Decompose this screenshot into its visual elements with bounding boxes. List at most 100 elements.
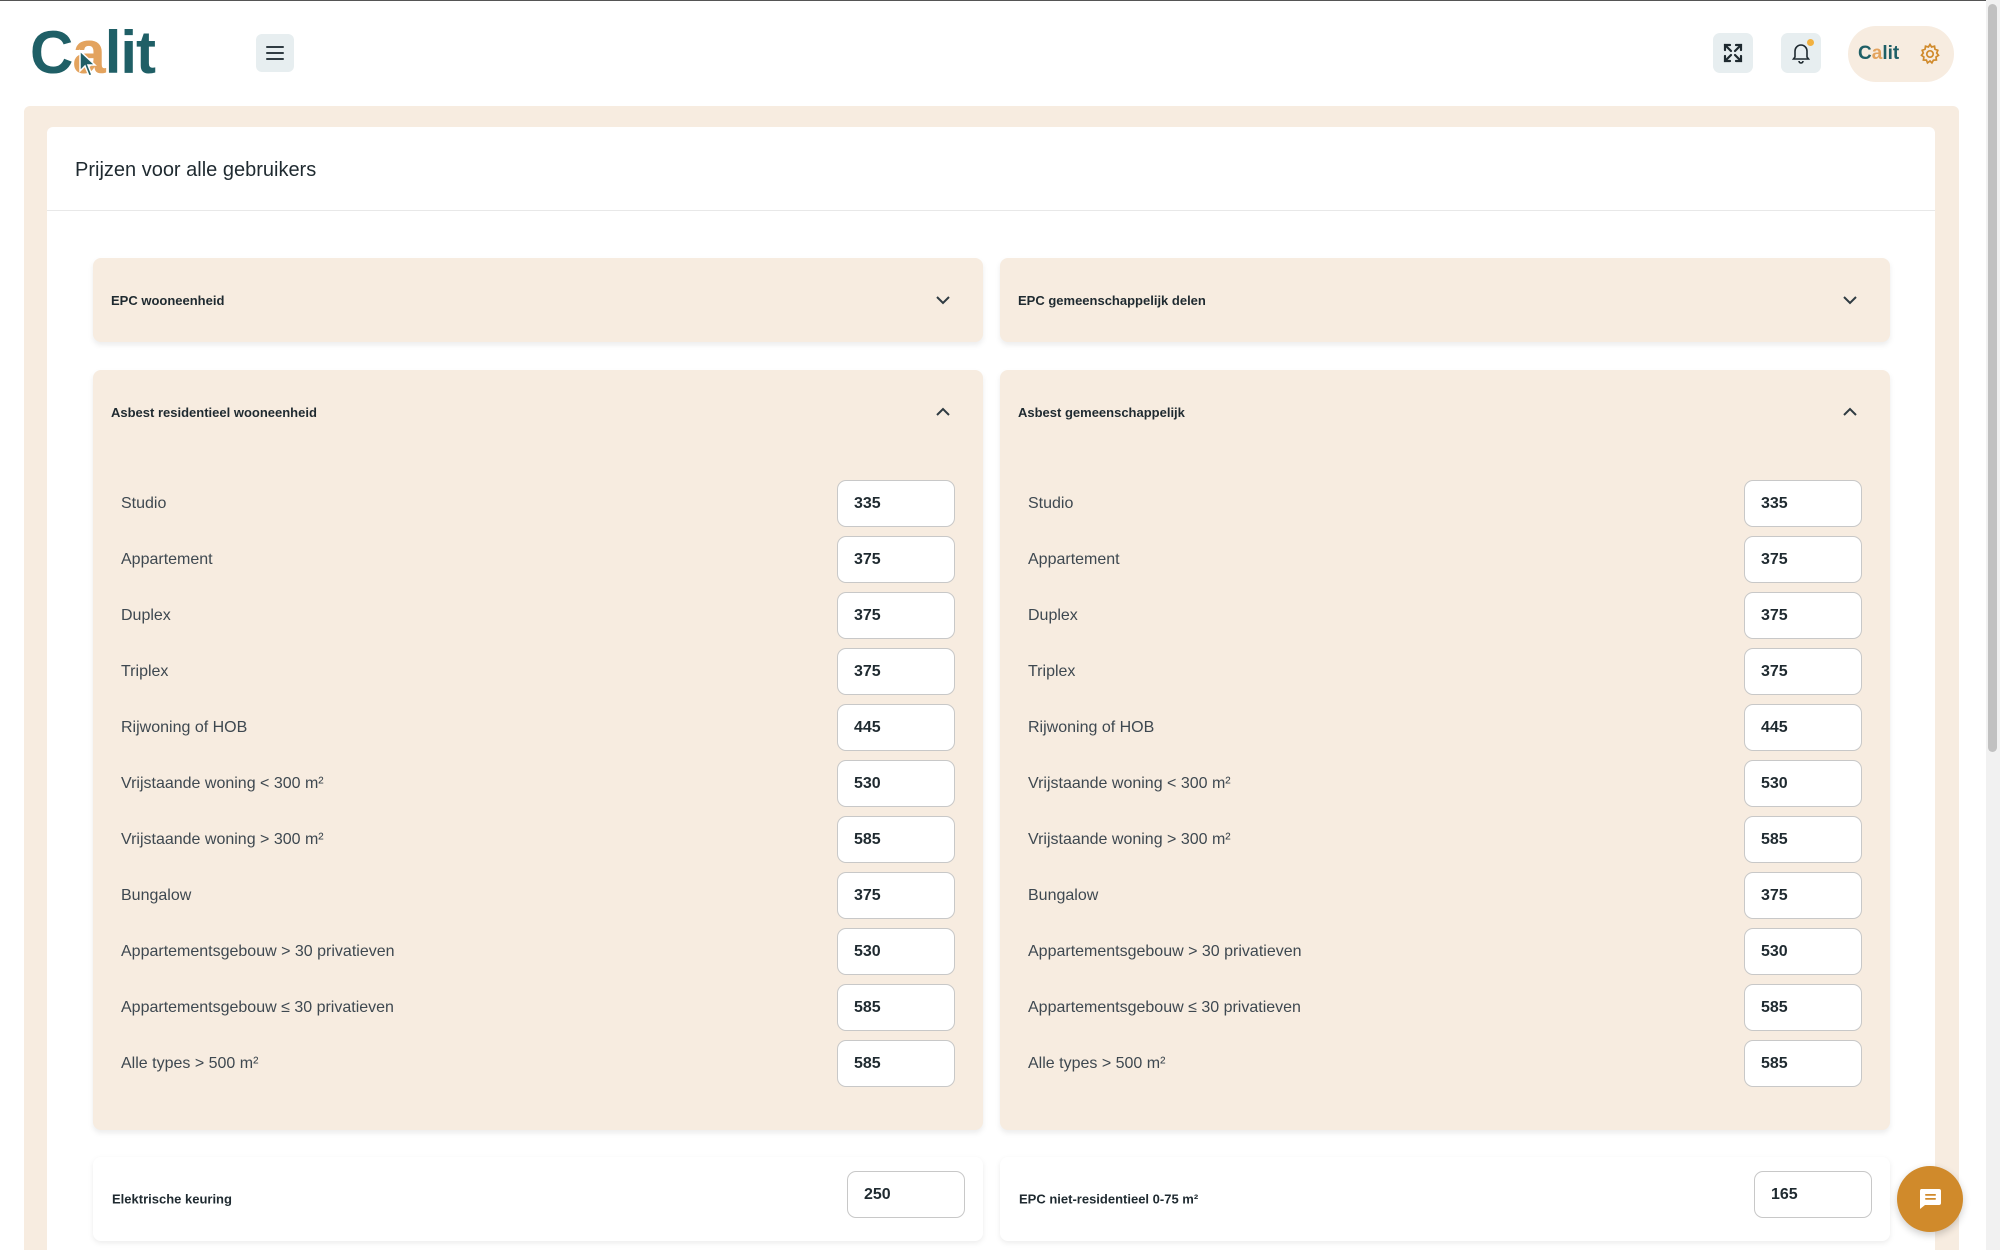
price-input[interactable] (837, 1040, 955, 1087)
menu-toggle-button[interactable] (256, 34, 294, 72)
app-header: Ca lit Calit (0, 1, 1986, 105)
row-label: Studio (1028, 495, 1074, 512)
price-row: Alle types > 500 m² (93, 1040, 983, 1088)
price-input[interactable] (837, 816, 955, 863)
price-input[interactable] (837, 872, 955, 919)
scrollbar-thumb[interactable] (1988, 4, 1997, 752)
price-row: Rijwoning of HOB (1000, 704, 1890, 752)
price-input[interactable] (1744, 816, 1862, 863)
row-label: Duplex (121, 607, 171, 624)
panel-epc-niet-residentieel: EPC niet-residentieel 0-75 m² (1000, 1157, 1890, 1241)
panel-epc-gemeenschappelijk: EPC gemeenschappelijk delen (1000, 258, 1890, 342)
notification-dot (1807, 39, 1814, 46)
price-input[interactable] (837, 760, 955, 807)
price-input[interactable] (837, 536, 955, 583)
price-input[interactable] (1744, 928, 1862, 975)
row-label: Alle types > 500 m² (1028, 1055, 1166, 1072)
row-label: Vrijstaande woning < 300 m² (121, 775, 324, 792)
panel-title: EPC gemeenschappelijk delen (1018, 292, 1206, 308)
panel-epc-wooneenheid-header[interactable]: EPC wooneenheid (93, 258, 983, 342)
price-input[interactable] (1744, 704, 1862, 751)
price-row: Vrijstaande woning > 300 m² (1000, 816, 1890, 864)
price-row: Alle types > 500 m² (1000, 1040, 1890, 1088)
price-input[interactable] (1754, 1171, 1872, 1218)
calit-logo[interactable]: Ca lit (30, 19, 156, 83)
price-row: Triplex (93, 648, 983, 696)
price-input[interactable] (1744, 760, 1862, 807)
panel-title: Asbest residentieel wooneenheid (111, 404, 317, 420)
title-divider (47, 210, 1935, 211)
row-label: Appartement (121, 551, 213, 568)
price-input[interactable] (1744, 648, 1862, 695)
row-label: Alle types > 500 m² (121, 1055, 259, 1072)
row-label: Appartementsgebouw ≤ 30 privatieven (1028, 999, 1301, 1016)
price-input[interactable] (1744, 536, 1862, 583)
fullscreen-button[interactable] (1713, 33, 1753, 73)
price-row: Duplex (93, 592, 983, 640)
price-input[interactable] (837, 704, 955, 751)
price-row: Appartement (1000, 536, 1890, 584)
price-row: Appartementsgebouw ≤ 30 privatieven (93, 984, 983, 1032)
chevron-up-icon (936, 407, 950, 416)
price-input[interactable] (837, 480, 955, 527)
notifications-button[interactable] (1781, 33, 1821, 73)
price-row: Appartement (93, 536, 983, 584)
price-input[interactable] (847, 1171, 965, 1218)
price-row: Triplex (1000, 648, 1890, 696)
panel-epc-gemeenschappelijk-header[interactable]: EPC gemeenschappelijk delen (1000, 258, 1890, 342)
price-row: Appartementsgebouw > 30 privatieven (1000, 928, 1890, 976)
price-row: Appartementsgebouw > 30 privatieven (93, 928, 983, 976)
chat-button[interactable] (1897, 1166, 1963, 1232)
panel-asbest-residentieel-header[interactable]: Asbest residentieel wooneenheid (93, 370, 983, 454)
panel-title: EPC niet-residentieel 0-75 m² (1019, 1191, 1199, 1207)
price-input[interactable] (1744, 1040, 1862, 1087)
panel-title: EPC wooneenheid (111, 292, 225, 308)
price-input[interactable] (837, 984, 955, 1031)
chevron-down-icon (936, 296, 950, 305)
chevron-up-icon (1843, 407, 1857, 416)
row-label: Rijwoning of HOB (121, 719, 248, 736)
price-input[interactable] (1744, 872, 1862, 919)
row-label: Studio (121, 495, 167, 512)
row-label: Appartementsgebouw > 30 privatieven (121, 943, 395, 960)
row-label: Bungalow (121, 887, 192, 904)
row-label: Appartementsgebouw ≤ 30 privatieven (121, 999, 394, 1016)
price-input[interactable] (1744, 592, 1862, 639)
price-row: Studio (1000, 480, 1890, 528)
price-input[interactable] (837, 592, 955, 639)
panel-asbest-gemeenschappelijk-header[interactable]: Asbest gemeenschappelijk (1000, 370, 1890, 454)
row-label: Bungalow (1028, 887, 1099, 904)
price-input[interactable] (837, 648, 955, 695)
row-label: Triplex (1028, 663, 1076, 680)
row-label: Vrijstaande woning < 300 m² (1028, 775, 1231, 792)
page-title: Prijzen voor alle gebruikers (75, 159, 317, 181)
user-avatar-logo: Calit (1858, 43, 1900, 64)
price-row: Studio (93, 480, 983, 528)
price-input[interactable] (1744, 984, 1862, 1031)
panel-asbest-gemeenschappelijk: Asbest gemeenschappelijk Studio Appartem… (1000, 370, 1890, 1130)
row-label: Rijwoning of HOB (1028, 719, 1155, 736)
price-row: Vrijstaande woning < 300 m² (1000, 760, 1890, 808)
panel-asbest-residentieel: Asbest residentieel wooneenheid Studio A… (93, 370, 983, 1130)
chevron-down-icon (1843, 296, 1857, 305)
row-label: Appartementsgebouw > 30 privatieven (1028, 943, 1302, 960)
price-row: Vrijstaande woning > 300 m² (93, 816, 983, 864)
price-row: Rijwoning of HOB (93, 704, 983, 752)
cursor-icon (79, 49, 97, 77)
row-label: Vrijstaande woning > 300 m² (121, 831, 324, 848)
row-label: Triplex (121, 663, 169, 680)
price-row: Appartementsgebouw ≤ 30 privatieven (1000, 984, 1890, 1032)
row-label: Duplex (1028, 607, 1078, 624)
user-menu-button[interactable]: Calit (1848, 26, 1954, 82)
panel-epc-wooneenheid: EPC wooneenheid (93, 258, 983, 342)
price-input[interactable] (1744, 480, 1862, 527)
price-row: Vrijstaande woning < 300 m² (93, 760, 983, 808)
row-label: Appartement (1028, 551, 1120, 568)
price-row: Bungalow (1000, 872, 1890, 920)
row-label: Vrijstaande woning > 300 m² (1028, 831, 1231, 848)
expand-icon (1723, 43, 1743, 63)
price-row: Bungalow (93, 872, 983, 920)
panel-title: Elektrische keuring (112, 1191, 232, 1207)
price-input[interactable] (837, 928, 955, 975)
chat-icon (1919, 1189, 1941, 1209)
